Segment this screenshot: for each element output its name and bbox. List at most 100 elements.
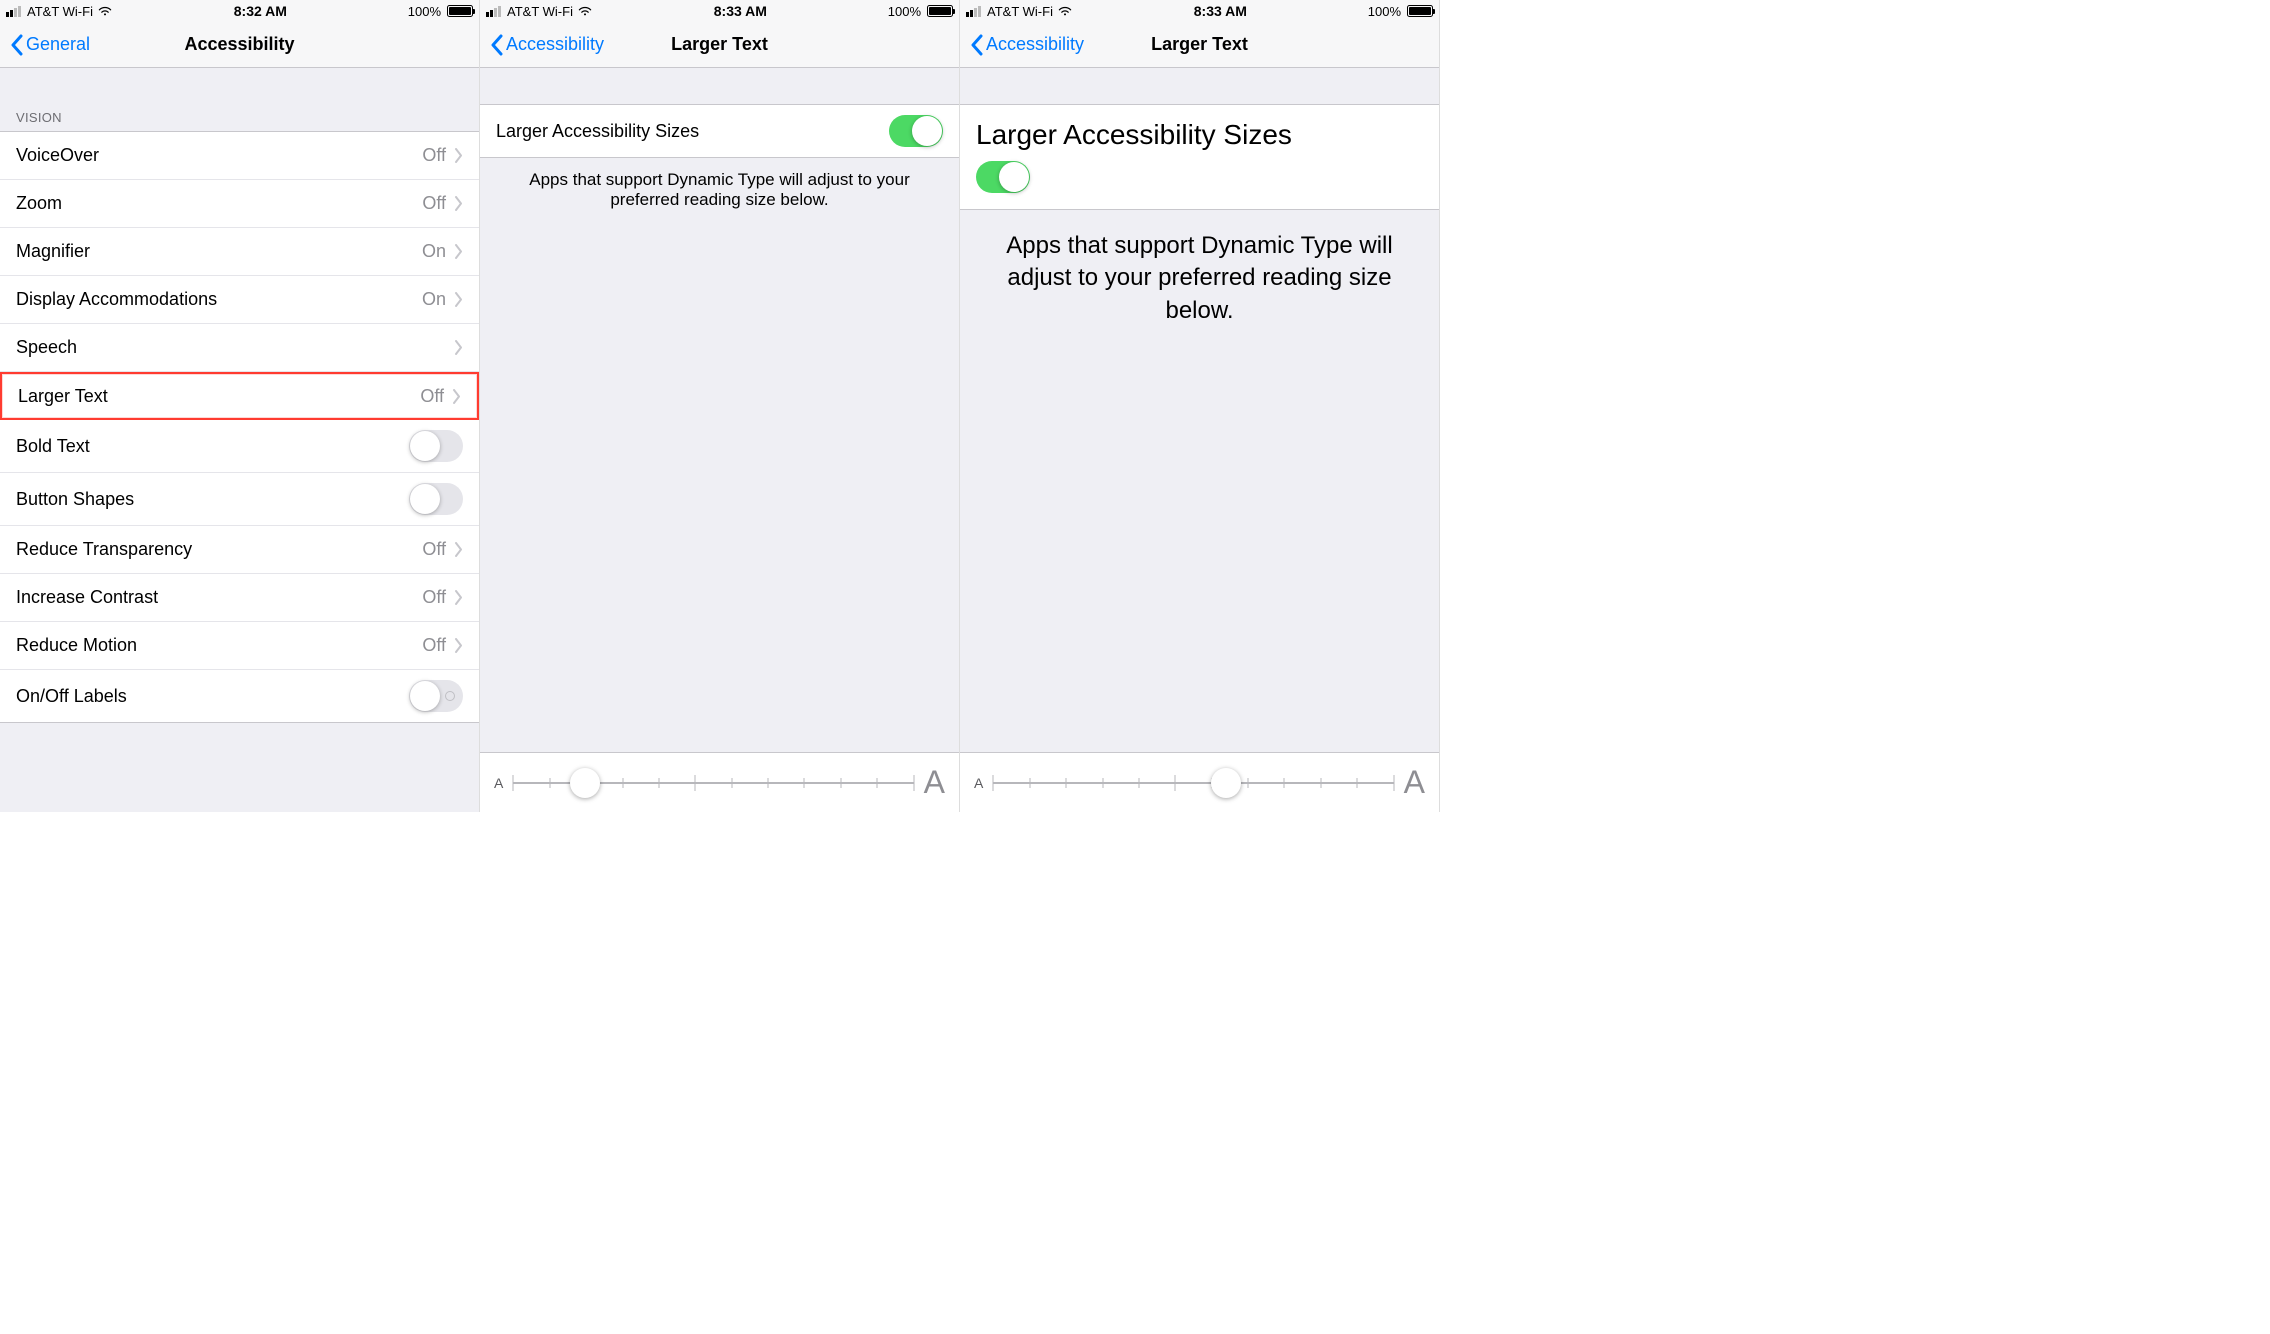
nav-bar: Accessibility Larger Text bbox=[480, 22, 959, 68]
row-reduce-motion[interactable]: Reduce Motion Off bbox=[0, 622, 479, 670]
status-bar: AT&T Wi-Fi 8:33 AM 100% bbox=[480, 0, 959, 22]
slider-min-label: A bbox=[974, 775, 983, 791]
row-label: Larger Accessibility Sizes bbox=[496, 121, 889, 142]
row-label: Bold Text bbox=[16, 436, 409, 457]
text-size-slider[interactable] bbox=[513, 768, 913, 798]
text-size-slider[interactable] bbox=[993, 768, 1393, 798]
row-label: Zoom bbox=[16, 193, 422, 214]
row-label: Display Accommodations bbox=[16, 289, 422, 310]
screen-larger-text-normal: AT&T Wi-Fi 8:33 AM 100% Accessibility La… bbox=[480, 0, 960, 812]
dynamic-type-note: Apps that support Dynamic Type will adju… bbox=[960, 210, 1439, 347]
bold-text-toggle[interactable] bbox=[409, 430, 463, 462]
row-value: Off bbox=[422, 193, 446, 214]
carrier-label: AT&T Wi-Fi bbox=[27, 4, 93, 19]
back-label: Accessibility bbox=[986, 34, 1084, 55]
battery-icon bbox=[447, 5, 473, 17]
section-header-vision: VISION bbox=[0, 104, 479, 131]
chevron-left-icon bbox=[490, 34, 504, 56]
battery-pct: 100% bbox=[1368, 4, 1401, 19]
row-larger-accessibility-sizes[interactable]: Larger Accessibility Sizes bbox=[960, 105, 1439, 209]
row-value: Off bbox=[422, 539, 446, 560]
row-label: Magnifier bbox=[16, 241, 422, 262]
battery-pct: 100% bbox=[888, 4, 921, 19]
signal-icon bbox=[966, 6, 981, 17]
chevron-left-icon bbox=[10, 34, 24, 56]
status-bar: AT&T Wi-Fi 8:32 AM 100% bbox=[0, 0, 479, 22]
back-button[interactable]: General bbox=[10, 34, 90, 56]
row-value: Off bbox=[422, 145, 446, 166]
signal-icon bbox=[6, 6, 21, 17]
vision-list: VoiceOver Off Zoom Off Magnifier On Disp… bbox=[0, 131, 479, 723]
wifi-icon bbox=[577, 5, 593, 17]
back-button[interactable]: Accessibility bbox=[970, 34, 1084, 56]
chevron-right-icon bbox=[452, 389, 461, 404]
slider-min-label: A bbox=[494, 775, 503, 791]
row-label: Reduce Transparency bbox=[16, 539, 422, 560]
row-larger-accessibility-sizes[interactable]: Larger Accessibility Sizes bbox=[480, 105, 959, 157]
toggle-list: Larger Accessibility Sizes bbox=[480, 104, 959, 158]
on-off-labels-toggle[interactable] bbox=[409, 680, 463, 712]
text-size-slider-bar: A A bbox=[960, 752, 1439, 812]
larger-sizes-toggle[interactable] bbox=[889, 115, 943, 147]
row-label: Larger Accessibility Sizes bbox=[976, 119, 1292, 151]
row-reduce-transparency[interactable]: Reduce Transparency Off bbox=[0, 526, 479, 574]
row-voiceover[interactable]: VoiceOver Off bbox=[0, 132, 479, 180]
row-larger-text[interactable]: Larger Text Off bbox=[0, 372, 479, 420]
row-zoom[interactable]: Zoom Off bbox=[0, 180, 479, 228]
row-increase-contrast[interactable]: Increase Contrast Off bbox=[0, 574, 479, 622]
chevron-right-icon bbox=[454, 292, 463, 307]
row-value: Off bbox=[422, 587, 446, 608]
row-value: Off bbox=[422, 635, 446, 656]
chevron-right-icon bbox=[454, 542, 463, 557]
chevron-right-icon bbox=[454, 148, 463, 163]
carrier-label: AT&T Wi-Fi bbox=[987, 4, 1053, 19]
row-label: Reduce Motion bbox=[16, 635, 422, 656]
back-label: Accessibility bbox=[506, 34, 604, 55]
row-speech[interactable]: Speech bbox=[0, 324, 479, 372]
chevron-right-icon bbox=[454, 244, 463, 259]
row-on-off-labels[interactable]: On/Off Labels bbox=[0, 670, 479, 722]
status-bar: AT&T Wi-Fi 8:33 AM 100% bbox=[960, 0, 1439, 22]
nav-bar: Accessibility Larger Text bbox=[960, 22, 1439, 68]
battery-icon bbox=[1407, 5, 1433, 17]
row-label: Larger Text bbox=[18, 386, 420, 407]
chevron-right-icon bbox=[454, 340, 463, 355]
row-label: Speech bbox=[16, 337, 454, 358]
larger-sizes-toggle[interactable] bbox=[976, 161, 1030, 193]
signal-icon bbox=[486, 6, 501, 17]
chevron-right-icon bbox=[454, 196, 463, 211]
status-time: 8:32 AM bbox=[234, 3, 287, 19]
row-value: Off bbox=[420, 386, 444, 407]
screen-accessibility: AT&T Wi-Fi 8:32 AM 100% General Accessib… bbox=[0, 0, 480, 812]
chevron-right-icon bbox=[454, 590, 463, 605]
text-size-slider-bar: A A bbox=[480, 752, 959, 812]
row-button-shapes[interactable]: Button Shapes bbox=[0, 473, 479, 526]
slider-max-label: A bbox=[1404, 764, 1425, 801]
row-label: On/Off Labels bbox=[16, 686, 409, 707]
button-shapes-toggle[interactable] bbox=[409, 483, 463, 515]
nav-bar: General Accessibility bbox=[0, 22, 479, 68]
row-value: On bbox=[422, 241, 446, 262]
status-time: 8:33 AM bbox=[1194, 3, 1247, 19]
row-label: Increase Contrast bbox=[16, 587, 422, 608]
dynamic-type-note: Apps that support Dynamic Type will adju… bbox=[480, 158, 959, 222]
row-bold-text[interactable]: Bold Text bbox=[0, 420, 479, 473]
battery-pct: 100% bbox=[408, 4, 441, 19]
row-label: Button Shapes bbox=[16, 489, 409, 510]
status-time: 8:33 AM bbox=[714, 3, 767, 19]
back-button[interactable]: Accessibility bbox=[490, 34, 604, 56]
row-magnifier[interactable]: Magnifier On bbox=[0, 228, 479, 276]
slider-max-label: A bbox=[924, 764, 945, 801]
wifi-icon bbox=[1057, 5, 1073, 17]
row-value: On bbox=[422, 289, 446, 310]
chevron-left-icon bbox=[970, 34, 984, 56]
chevron-right-icon bbox=[454, 638, 463, 653]
toggle-list: Larger Accessibility Sizes bbox=[960, 104, 1439, 210]
back-label: General bbox=[26, 34, 90, 55]
carrier-label: AT&T Wi-Fi bbox=[507, 4, 573, 19]
battery-icon bbox=[927, 5, 953, 17]
row-label: VoiceOver bbox=[16, 145, 422, 166]
row-display-accommodations[interactable]: Display Accommodations On bbox=[0, 276, 479, 324]
screen-larger-text-large: AT&T Wi-Fi 8:33 AM 100% Accessibility La… bbox=[960, 0, 1440, 812]
wifi-icon bbox=[97, 5, 113, 17]
